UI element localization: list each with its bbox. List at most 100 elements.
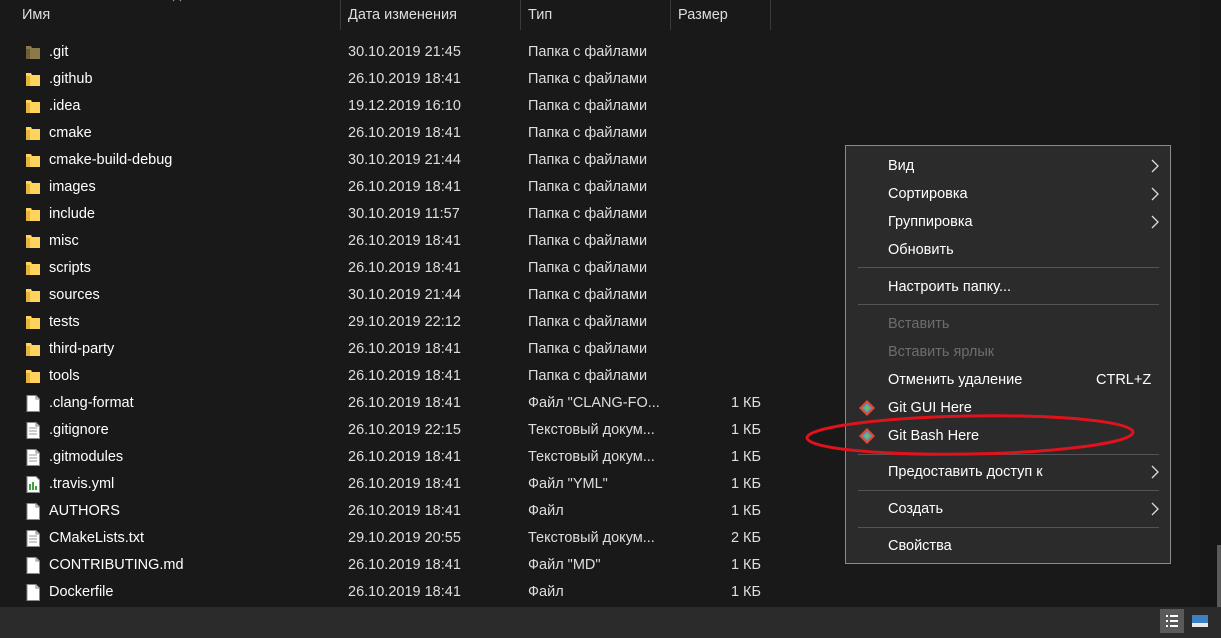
column-divider[interactable] (520, 0, 521, 30)
file-date: 29.10.2019 22:12 (348, 314, 461, 330)
menu-item-paste: Вставить (846, 310, 1170, 338)
file-type: Папка с файлами (528, 233, 648, 249)
file-type: Файл (528, 584, 564, 600)
column-header: Имя Дата изменения Тип Размер (0, 0, 1200, 30)
folder-icon (26, 181, 40, 194)
file-row[interactable]: .travis.yml 26.10.2019 18:41 Файл "YML" 1 К… (0, 471, 790, 498)
menu-item-label: Предоставить доступ к (888, 464, 1043, 480)
file-type: Текстовый докум... (528, 449, 655, 465)
column-divider[interactable] (770, 0, 771, 30)
chevron-right-icon (1151, 215, 1159, 229)
file-row[interactable]: CONTRIBUTING.md 26.10.2019 18:41 Файл "MD"… (0, 552, 790, 579)
file-row[interactable]: .github 26.10.2019 18:41 Папка с файлами (0, 66, 790, 93)
file-type: Текстовый докум... (528, 422, 655, 438)
details-view-icon (1166, 615, 1178, 627)
menu-separator (858, 527, 1159, 528)
context-menu: Вид Сортировка Группировка Обновить Наст… (845, 145, 1171, 564)
file-size: 1 КБ (730, 422, 761, 438)
menu-item-customize-folder[interactable]: Настроить папку... (846, 273, 1170, 301)
menu-item-sort[interactable]: Сортировка (846, 180, 1170, 208)
file-date: 29.10.2019 20:55 (348, 530, 461, 546)
menu-item-group[interactable]: Группировка (846, 208, 1170, 236)
folder-icon (26, 127, 40, 140)
file-type: Папка с файлами (528, 260, 648, 276)
file-row[interactable]: .gitmodules 26.10.2019 18:41 Текстовый док… (0, 444, 790, 471)
menu-item-shortcut: CTRL+Z (1096, 372, 1152, 388)
file-row[interactable]: tools 26.10.2019 18:41 Папка с файлами (0, 363, 790, 390)
file-row[interactable]: .git 30.10.2019 21:45 Папка с файлами (0, 39, 790, 66)
menu-item-label: Вид (888, 158, 915, 174)
scrollbar-thumb[interactable] (1217, 545, 1221, 607)
file-date: 26.10.2019 18:41 (348, 449, 461, 465)
file-name: include (49, 206, 95, 222)
file-row[interactable]: third-party 26.10.2019 18:41 Папка с файла… (0, 336, 790, 363)
file-name: .clang-format (49, 395, 134, 411)
file-date: 26.10.2019 18:41 (348, 368, 461, 384)
status-bar (0, 607, 1221, 638)
large-icons-view-button[interactable] (1188, 609, 1212, 633)
file-row[interactable]: AUTHORS 26.10.2019 18:41 Файл 1 КБ (0, 498, 790, 525)
column-name[interactable]: Имя (22, 0, 50, 30)
large-icons-view-icon (1192, 615, 1208, 627)
menu-item-share[interactable]: Предоставить доступ к (846, 458, 1170, 486)
folder-icon (26, 262, 40, 275)
file-date: 26.10.2019 18:41 (348, 179, 461, 195)
file-row[interactable]: Dockerfile 26.10.2019 18:41 Файл 1 КБ (0, 579, 790, 606)
file-row[interactable]: CMakeLists.txt 29.10.2019 20:55 Текстовый … (0, 525, 790, 552)
file-date: 26.10.2019 18:41 (348, 71, 461, 87)
column-size[interactable]: Размер (678, 0, 728, 30)
menu-item-view[interactable]: Вид (846, 152, 1170, 180)
file-icon (26, 557, 40, 574)
menu-item-label: Git GUI Here (888, 400, 972, 416)
menu-item-create[interactable]: Создать (846, 495, 1170, 523)
file-row[interactable]: images 26.10.2019 18:41 Папка с файлами (0, 174, 790, 201)
file-name: cmake-build-debug (49, 152, 173, 168)
details-view-button[interactable] (1160, 609, 1184, 633)
file-size: 1 КБ (730, 476, 761, 492)
file-row[interactable]: .clang-format 26.10.2019 18:41 Файл "CLANG… (0, 390, 790, 417)
yml-file-icon (26, 476, 40, 493)
file-row[interactable]: cmake-build-debug 30.10.2019 21:44 Папка с… (0, 147, 790, 174)
file-icon (26, 584, 40, 601)
file-row[interactable]: scripts 26.10.2019 18:41 Папка с файлами (0, 255, 790, 282)
menu-item-label: Свойства (888, 538, 952, 554)
file-row[interactable]: .gitignore 26.10.2019 22:15 Текстовый доку… (0, 417, 790, 444)
file-size: 2 КБ (730, 530, 761, 546)
menu-item-label: Сортировка (888, 186, 968, 202)
file-type: Папка с файлами (528, 206, 648, 222)
menu-item-undo-delete[interactable]: Отменить удаление CTRL+Z (846, 366, 1170, 394)
vertical-scrollbar[interactable] (1200, 0, 1221, 607)
column-divider[interactable] (670, 0, 671, 30)
menu-item-refresh[interactable]: Обновить (846, 236, 1170, 264)
menu-separator (858, 490, 1159, 491)
file-size: 1 КБ (730, 557, 761, 573)
menu-item-label: Git Bash Here (888, 428, 980, 444)
file-name: CONTRIBUTING.md (49, 557, 184, 573)
file-name: images (49, 179, 96, 195)
file-row[interactable]: sources 30.10.2019 21:44 Папка с файлами (0, 282, 790, 309)
menu-item-git-gui[interactable]: Git GUI Here (846, 394, 1170, 422)
file-row[interactable]: misc 26.10.2019 18:41 Папка с файлами (0, 228, 790, 255)
file-name: cmake (49, 125, 92, 141)
file-name: .travis.yml (49, 476, 115, 492)
menu-item-git-bash[interactable]: Git Bash Here (846, 422, 1170, 450)
column-type[interactable]: Тип (528, 0, 552, 30)
menu-item-label: Создать (888, 501, 944, 517)
file-type: Папка с файлами (528, 314, 648, 330)
text-file-icon (26, 422, 40, 439)
file-name: AUTHORS (49, 503, 120, 519)
file-type: Файл "CLANG-FO... (528, 395, 660, 411)
file-row[interactable]: .idea 19.12.2019 16:10 Папка с файлами (0, 93, 790, 120)
file-row[interactable]: include 30.10.2019 11:57 Папка с файлами (0, 201, 790, 228)
folder-icon (26, 235, 40, 248)
file-date: 30.10.2019 21:44 (348, 152, 461, 168)
file-name: .idea (49, 98, 81, 114)
menu-item-properties[interactable]: Свойства (846, 532, 1170, 560)
chevron-right-icon (1151, 502, 1159, 516)
file-row[interactable]: cmake 26.10.2019 18:41 Папка с файлами (0, 120, 790, 147)
column-divider[interactable] (340, 0, 341, 30)
file-type: Папка с файлами (528, 152, 648, 168)
file-row[interactable]: tests 29.10.2019 22:12 Папка с файлами (0, 309, 790, 336)
chevron-right-icon (1151, 187, 1159, 201)
column-date[interactable]: Дата изменения (348, 0, 457, 30)
